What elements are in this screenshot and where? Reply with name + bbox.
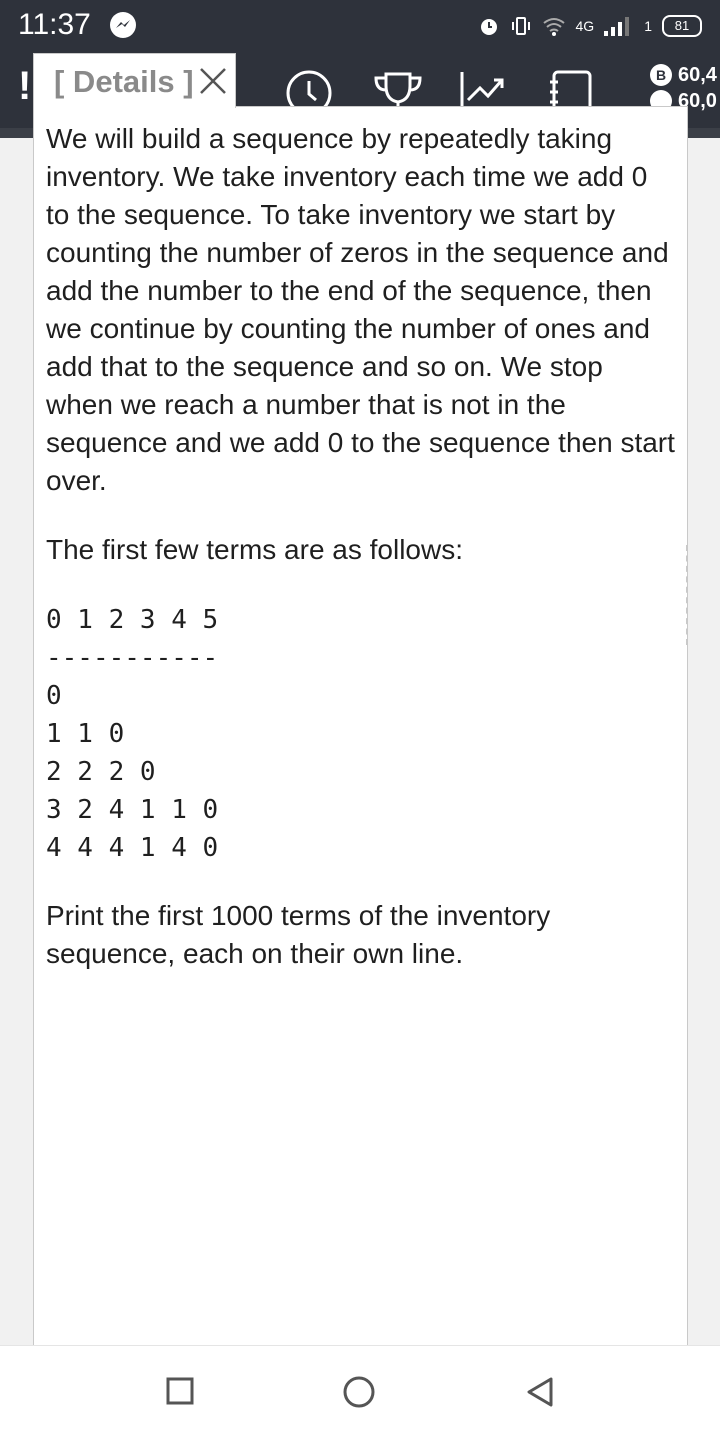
problem-paragraph: The first few terms are as follows: <box>46 534 464 565</box>
sim-slot: 1 <box>644 18 652 34</box>
sequence-row: 1 1 0 <box>46 719 125 749</box>
sequence-table: 0 1 1 0 2 2 2 0 3 2 4 1 1 0 4 4 4 1 4 0 <box>46 677 676 867</box>
status-bar: 11:37 4G 1 81 <box>0 0 720 52</box>
bitcoin-icon: B <box>650 64 672 86</box>
coin-value: 60,4 <box>678 63 717 86</box>
sequence-header: 0 1 2 3 4 5 <box>46 605 219 635</box>
system-nav-bar <box>0 1345 720 1441</box>
signal-icon <box>604 17 630 36</box>
messenger-icon <box>110 12 136 38</box>
alert-icon[interactable]: ! <box>18 64 31 109</box>
wifi-icon <box>542 18 565 36</box>
battery-indicator: 81 <box>662 15 702 37</box>
coin-row: B 60,4 <box>650 62 717 88</box>
home-button[interactable] <box>342 1376 376 1410</box>
tab-details[interactable]: [ Details ] <box>33 53 236 108</box>
scrollbar[interactable] <box>686 545 692 645</box>
network-type: 4G <box>575 18 595 34</box>
alarm-icon <box>480 19 497 35</box>
sequence-row: 3 2 4 1 1 0 <box>46 795 219 825</box>
sequence-rule: ----------- <box>46 643 219 673</box>
vibrate-icon <box>511 17 530 35</box>
problem-paragraph: We will build a sequence by repeatedly t… <box>46 123 675 496</box>
close-icon[interactable] <box>198 66 228 96</box>
sequence-row: 2 2 2 0 <box>46 757 156 787</box>
recents-button[interactable] <box>165 1376 195 1406</box>
problem-paragraph: Print the first 1000 terms of the invent… <box>46 900 551 969</box>
status-icons: 4G 1 81 <box>478 8 702 44</box>
tab-details-label: [ Details ] <box>54 64 194 99</box>
sequence-row: 4 4 4 1 4 0 <box>46 833 219 863</box>
sequence-row: 0 <box>46 681 62 711</box>
status-time: 11:37 <box>18 8 91 41</box>
back-button[interactable] <box>524 1376 556 1410</box>
problem-statement: We will build a sequence by repeatedly t… <box>46 120 676 973</box>
